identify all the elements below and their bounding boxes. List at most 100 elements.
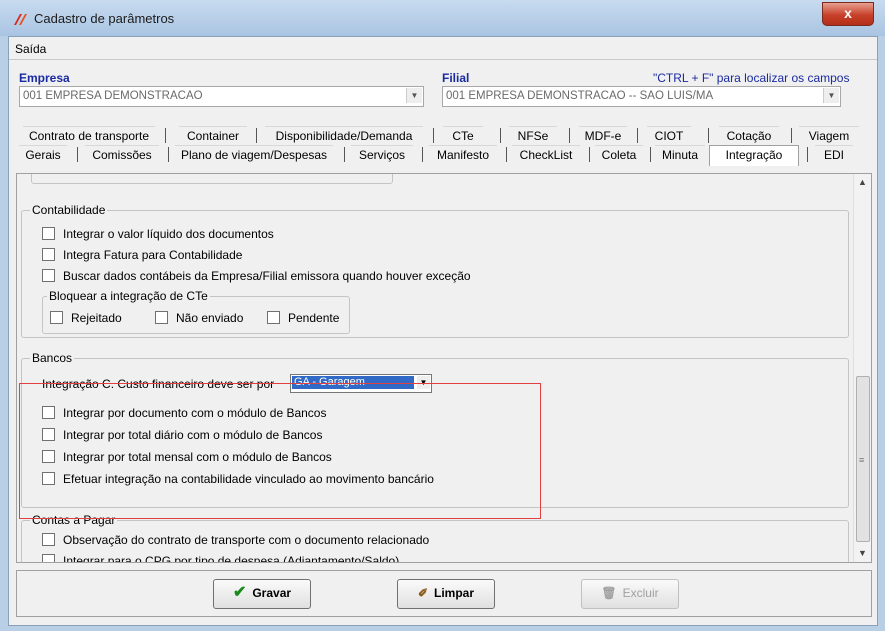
grip-icon: ≡ <box>859 455 865 465</box>
contas-pagar-group: Contas a Pagar Observação do contrato de… <box>21 513 849 563</box>
tab-separator <box>637 128 638 143</box>
tab-separator <box>433 128 434 143</box>
checkmark-icon: ✔ <box>232 584 247 601</box>
tab-mdfe[interactable]: MDF-e <box>579 126 627 146</box>
checkbox-integrar-valor-liquido[interactable]: Integrar o valor líquido dos documentos <box>42 227 274 241</box>
checkbox-box[interactable] <box>42 269 55 282</box>
bloquear-cte-group: Bloquear a integração de CTe Rejeitado N… <box>42 289 350 334</box>
tab-separator <box>500 128 501 143</box>
tab-container[interactable]: Container <box>179 126 247 146</box>
excluir-button[interactable]: 🗑 Excluir <box>581 579 679 609</box>
gravar-button[interactable]: ✔ Gravar <box>213 579 311 609</box>
app-logo-icon <box>14 14 27 25</box>
checkbox-box[interactable] <box>42 554 55 562</box>
tab-contrato-transporte[interactable]: Contrato de transporte <box>23 126 155 146</box>
tab-ciot[interactable]: CIOT <box>647 126 691 146</box>
checkbox-label: Integra Fatura para Contabilidade <box>63 248 243 262</box>
contabilidade-group: Contabilidade Integrar o valor líquido d… <box>21 203 849 338</box>
checkbox-box[interactable] <box>50 311 63 324</box>
checkbox-rejeitado[interactable]: Rejeitado <box>50 311 122 325</box>
checkbox-label: Integrar o valor líquido dos documentos <box>63 227 274 241</box>
tab-separator <box>708 128 709 143</box>
checkbox-label: Integrar para o CPG por tipo de despesa … <box>63 554 400 563</box>
tab-separator <box>791 128 792 143</box>
vertical-scrollbar[interactable]: ▲ ≡ ▼ <box>853 174 871 562</box>
tab-separator <box>589 147 590 162</box>
chevron-down-icon[interactable]: ▼ <box>406 88 422 103</box>
checkbox-box[interactable] <box>155 311 168 324</box>
checkbox-box[interactable] <box>42 248 55 261</box>
menu-saida[interactable]: Saída <box>15 42 46 56</box>
tab-disponibilidade[interactable]: Disponibilidade/Demanda <box>265 126 423 146</box>
checkbox-label: Pendente <box>288 311 340 325</box>
tab-cotacao[interactable]: Cotação <box>719 126 779 146</box>
window-client-area: Saída Empresa Filial "CTRL + F" para loc… <box>8 36 878 626</box>
search-hint: "CTRL + F" para localizar os campos <box>653 71 850 85</box>
bancos-title: Bancos <box>30 351 75 365</box>
tab-checklist[interactable]: CheckList <box>512 145 580 165</box>
empresa-label: Empresa <box>19 71 70 85</box>
tabs-row-top: Contrato de transporte Container Disponi… <box>9 126 877 146</box>
checkbox-label: Rejeitado <box>71 311 122 325</box>
tab-separator <box>807 147 808 162</box>
tab-separator <box>422 147 423 162</box>
excluir-label: Excluir <box>622 586 659 600</box>
tab-separator <box>506 147 507 162</box>
empresa-select-value: 001 EMPRESA DEMONSTRACAO <box>23 90 203 102</box>
scrollbar-thumb[interactable]: ≡ <box>856 376 870 542</box>
previous-group-box <box>31 174 393 184</box>
menu-bar: Saída <box>9 37 877 60</box>
checkbox-buscar-dados-contabeis[interactable]: Buscar dados contábeis da Empresa/Filial… <box>42 269 471 283</box>
filial-select[interactable]: 001 EMPRESA DEMONSTRACAO -- SAO LUIS/MA … <box>442 86 841 107</box>
tab-minuta[interactable]: Minuta <box>655 145 705 165</box>
tab-cte[interactable]: CTe <box>443 126 483 146</box>
tab-separator <box>344 147 345 162</box>
tab-separator <box>168 147 169 162</box>
checkbox-label: Não enviado <box>176 311 244 325</box>
tab-edi[interactable]: EDI <box>815 145 853 165</box>
tab-integracao[interactable]: Integração <box>709 145 799 166</box>
checkbox-box[interactable] <box>42 533 55 546</box>
title-bar[interactable]: Cadastro de parâmetros x <box>0 0 885 36</box>
checkbox-box[interactable] <box>267 311 280 324</box>
checkbox-label: Observação do contrato de transporte com… <box>63 533 430 547</box>
tab-nfse[interactable]: NFSe <box>509 126 557 146</box>
checkbox-integrar-cpg[interactable]: Integrar para o CPG por tipo de despesa … <box>42 554 400 563</box>
checkbox-observacao-contrato[interactable]: Observação do contrato de transporte com… <box>42 533 429 547</box>
scroll-down-icon[interactable]: ▼ <box>854 545 871 562</box>
bloquear-cte-title: Bloquear a integração de CTe <box>47 289 210 303</box>
app-window: Cadastro de parâmetros x Saída Empresa F… <box>0 0 885 631</box>
empresa-select[interactable]: 001 EMPRESA DEMONSTRACAO ▼ <box>19 86 424 107</box>
tab-gerais[interactable]: Gerais <box>19 145 67 165</box>
checkbox-integra-fatura[interactable]: Integra Fatura para Contabilidade <box>42 248 242 262</box>
tab-manifesto[interactable]: Manifesto <box>429 145 497 165</box>
tab-viagem[interactable]: Viagem <box>799 126 859 146</box>
filial-label: Filial <box>442 71 470 85</box>
tab-separator <box>77 147 78 162</box>
tab-coleta[interactable]: Coleta <box>595 145 643 165</box>
tabs-row-bottom: Gerais Comissões Plano de viagem/Despesa… <box>9 145 877 166</box>
checkbox-label: Buscar dados contábeis da Empresa/Filial… <box>63 269 471 283</box>
chevron-down-icon[interactable]: ▼ <box>823 88 839 103</box>
tab-separator <box>256 128 257 143</box>
checkbox-pendente[interactable]: Pendente <box>267 311 339 325</box>
close-button[interactable]: x <box>822 2 874 26</box>
highlight-annotation <box>19 383 541 519</box>
limpar-label: Limpar <box>434 586 475 600</box>
tab-servicos[interactable]: Serviços <box>351 145 413 165</box>
limpar-button[interactable]: ✐ Limpar <box>397 579 495 609</box>
window-title: Cadastro de parâmetros <box>34 11 175 26</box>
contabilidade-title: Contabilidade <box>30 203 108 217</box>
tab-separator <box>165 128 166 143</box>
scroll-up-icon[interactable]: ▲ <box>854 174 871 191</box>
checkbox-nao-enviado[interactable]: Não enviado <box>155 311 243 325</box>
tab-comissoes[interactable]: Comissões <box>85 145 159 165</box>
checkbox-box[interactable] <box>42 227 55 240</box>
action-bar: ✔ Gravar ✐ Limpar 🗑 Excluir <box>16 570 872 617</box>
eraser-icon: ✐ <box>417 586 429 600</box>
tab-plano-viagem[interactable]: Plano de viagem/Despesas <box>175 145 333 165</box>
gravar-label: Gravar <box>252 586 292 600</box>
trash-icon: 🗑 <box>601 586 617 600</box>
tab-separator <box>569 128 570 143</box>
tab-separator <box>650 147 651 162</box>
